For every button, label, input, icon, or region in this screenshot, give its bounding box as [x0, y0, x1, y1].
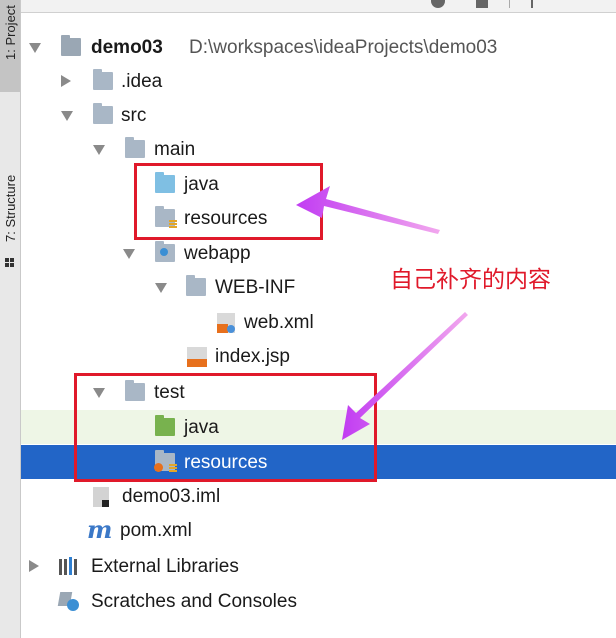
webapp-label: webapp: [184, 243, 251, 264]
annotation-note: 自己补齐的内容: [390, 267, 551, 293]
scratches-label: Scratches and Consoles: [91, 591, 297, 612]
folder-icon: [186, 275, 206, 296]
globe-icon[interactable]: [431, 0, 445, 8]
folder-icon: [93, 69, 113, 90]
project-tab-label: 1: Project: [3, 5, 18, 60]
webinf-label: WEB-INF: [215, 277, 296, 298]
tree-row-idea[interactable]: .idea: [21, 64, 616, 98]
root-label: demo03: [91, 37, 163, 58]
tree-row-pom[interactable]: m pom.xml: [21, 513, 616, 547]
project-toolbar: [21, 0, 616, 13]
tree-row-scratches[interactable]: Scratches and Consoles: [21, 584, 616, 618]
webxml-label: web.xml: [244, 312, 314, 333]
library-icon: [59, 557, 81, 575]
pom-label: pom.xml: [120, 520, 192, 541]
folder-icon: [125, 137, 145, 158]
src-label: src: [121, 105, 147, 126]
collapsed-arrow-icon[interactable]: [29, 560, 39, 572]
web-folder-icon: [155, 241, 175, 262]
main-label: main: [154, 139, 196, 160]
expanded-arrow-icon[interactable]: [29, 43, 41, 53]
expanded-arrow-icon[interactable]: [155, 283, 167, 293]
project-tool-tab[interactable]: 1: Project: [0, 0, 20, 92]
tree-row-main[interactable]: main: [21, 132, 616, 166]
idea-label: .idea: [121, 71, 163, 92]
annotation-box-main: [134, 163, 323, 240]
tree-row-src[interactable]: src: [21, 98, 616, 132]
iml-file-icon: [93, 487, 109, 507]
module-folder-icon: [61, 35, 81, 56]
scratches-icon: [57, 592, 81, 612]
tree-row-webxml[interactable]: web.xml: [21, 305, 616, 339]
external-libraries-label: External Libraries: [91, 556, 239, 577]
structure-tab-label: 7: Structure: [3, 174, 18, 242]
tree-row-external-libraries[interactable]: External Libraries: [21, 549, 616, 583]
xml-file-icon: [217, 313, 235, 333]
tree-row-root[interactable]: demo03 D:\workspaces\ideaProjects\demo03: [21, 30, 616, 64]
collapsed-arrow-icon[interactable]: [61, 75, 71, 87]
indexjsp-label: index.jsp: [215, 346, 290, 367]
expanded-arrow-icon[interactable]: [93, 145, 105, 155]
settings-icon[interactable]: [531, 0, 533, 8]
folder-icon: [93, 103, 113, 124]
toolbar-divider: [509, 0, 510, 8]
annotation-box-test: [74, 373, 377, 482]
root-path: D:\workspaces\ideaProjects\demo03: [189, 37, 498, 58]
expanded-arrow-icon[interactable]: [61, 111, 73, 121]
iml-label: demo03.iml: [122, 486, 221, 507]
structure-tool-tab[interactable]: 7: Structure: [0, 138, 20, 268]
structure-icon: [5, 258, 14, 267]
jsp-file-icon: [187, 347, 207, 367]
collapse-icon[interactable]: [476, 0, 488, 8]
expanded-arrow-icon[interactable]: [123, 249, 135, 259]
tree-row-iml[interactable]: demo03.iml: [21, 479, 616, 513]
tool-window-strip: 1: Project 7: Structure: [0, 0, 21, 638]
tree-row-indexjsp[interactable]: index.jsp: [21, 339, 616, 373]
maven-icon: m: [87, 515, 113, 544]
